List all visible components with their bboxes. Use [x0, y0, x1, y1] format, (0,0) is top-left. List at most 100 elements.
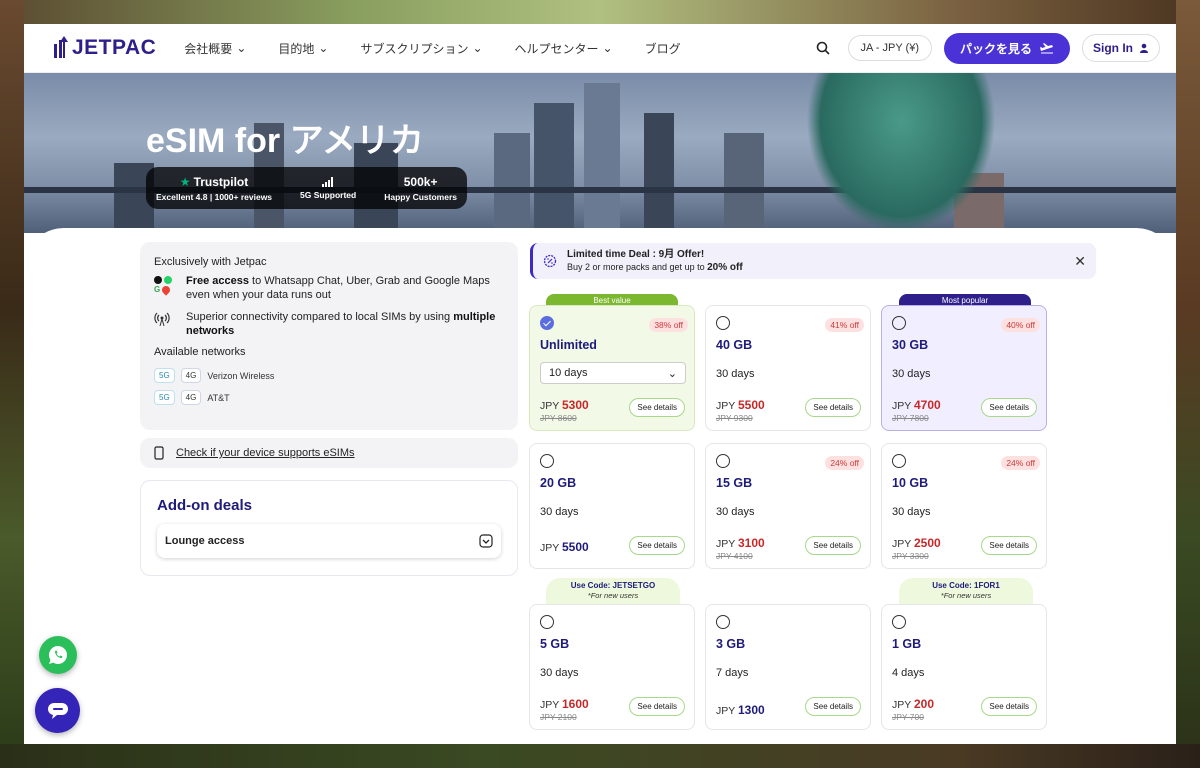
- nav-help-center[interactable]: ヘルプセンター ⌄: [515, 40, 613, 57]
- connectivity-desc: Superior connectivity compared to local …: [186, 311, 454, 323]
- chevron-down-icon: ⌄: [472, 41, 483, 55]
- top-nav: JETPAC 会社概要 ⌄ 目的地 ⌄ サブスクリプション ⌄ ヘルプセンター ⌄ ブロ…: [24, 24, 1176, 73]
- promo-code-tag: Use Code: 1FOR1 *For new users: [899, 578, 1033, 604]
- background-forest-right: [1176, 0, 1200, 768]
- plan-radio[interactable]: [540, 316, 554, 330]
- jetpac-logo[interactable]: JETPAC: [52, 36, 156, 60]
- see-details-button[interactable]: See details: [805, 536, 861, 555]
- discount-badge: 40% off: [1001, 318, 1040, 332]
- plan-size: 40 GB: [716, 338, 753, 352]
- whatsapp-button[interactable]: [39, 636, 77, 674]
- plan-card-10gb[interactable]: 24% off 10 GB 30 days JPY 2500 JPY 3300 …: [881, 443, 1047, 569]
- chevron-down-icon: [479, 534, 493, 548]
- old-price: JPY 4100: [716, 551, 753, 561]
- see-details-button[interactable]: See details: [981, 536, 1037, 555]
- 4g-badge: 4G: [180, 368, 202, 383]
- plan-size: 20 GB: [540, 476, 577, 490]
- chevron-down-icon: ⌄: [667, 367, 677, 380]
- logo-text: JETPAC: [72, 36, 157, 59]
- plan-radio[interactable]: [716, 454, 730, 468]
- promo-code: Use Code: 1FOR1: [932, 581, 1000, 590]
- nav-destinations[interactable]: 目的地 ⌄: [278, 40, 328, 57]
- nav-blog[interactable]: ブログ: [645, 40, 681, 57]
- plan-days: 4 days: [892, 667, 925, 679]
- plan-price: JPY 5300: [540, 398, 589, 412]
- search-icon: [816, 41, 830, 55]
- plan-days: 7 days: [716, 667, 749, 679]
- skyline-building: [644, 113, 674, 233]
- old-price: JPY 9300: [716, 413, 753, 423]
- plan-radio[interactable]: [716, 615, 730, 629]
- plan-days: 30 days: [892, 368, 931, 380]
- plan-radio[interactable]: [540, 615, 554, 629]
- trustpilot-label: Trustpilot: [193, 174, 249, 189]
- plan-card-20gb[interactable]: 20 GB 30 days JPY 5500 See details: [529, 443, 695, 569]
- see-details-button[interactable]: See details: [981, 398, 1037, 417]
- plan-radio[interactable]: [892, 615, 906, 629]
- plan-radio[interactable]: [892, 316, 906, 330]
- plan-price: JPY 200: [892, 697, 934, 711]
- lounge-access-dropdown[interactable]: Lounge access: [157, 524, 501, 558]
- plan-card-40gb[interactable]: 41% off 40 GB 30 days JPY 5500 JPY 9300 …: [705, 305, 871, 431]
- network-name: Verizon Wireless: [207, 370, 275, 381]
- plan-radio[interactable]: [540, 454, 554, 468]
- antenna-icon: [154, 310, 176, 338]
- see-details-button[interactable]: See details: [629, 697, 685, 716]
- plan-size: 1 GB: [892, 637, 922, 651]
- price-value: 2500: [914, 536, 941, 550]
- currency-selector[interactable]: JA - JPY (¥): [847, 35, 932, 61]
- plan-price: JPY 1600: [540, 697, 589, 711]
- addon-title: Add-on deals: [157, 497, 253, 514]
- currency: JPY: [540, 699, 560, 711]
- whatsapp-icon: [48, 646, 68, 664]
- currency: JPY: [716, 705, 736, 717]
- background-forest-left: [0, 0, 24, 768]
- plan-card-3gb[interactable]: 3 GB 7 days JPY 1300 See details: [705, 604, 871, 730]
- see-details-button[interactable]: See details: [981, 697, 1037, 716]
- see-details-button[interactable]: See details: [805, 697, 861, 716]
- limited-deal-banner: Limited time Deal : 9月 Offer! Buy 2 or m…: [530, 243, 1096, 279]
- plan-card-unlimited[interactable]: 38% off Unlimited 10 days ⌄ JPY 5300 JPY …: [529, 305, 695, 431]
- search-button[interactable]: [808, 33, 838, 63]
- nav-label: サブスクリプション: [360, 41, 469, 56]
- statue-of-liberty: [806, 73, 996, 233]
- plan-radio[interactable]: [892, 454, 906, 468]
- chat-button[interactable]: [35, 688, 80, 733]
- page-title: eSIM for アメリカ: [146, 122, 424, 160]
- see-details-button[interactable]: See details: [805, 398, 861, 417]
- maps-pin-icon: [160, 284, 172, 296]
- price-value: 1300: [738, 703, 765, 717]
- trust-bar: ★ Trustpilot Excellent 4.8 | 1000+ review…: [146, 167, 467, 209]
- plan-size: 10 GB: [892, 476, 929, 490]
- discount-badge: 24% off: [825, 456, 864, 470]
- view-packs-button[interactable]: パックを見る: [943, 32, 1070, 64]
- check-device-link[interactable]: Check if your device supports eSIMs: [140, 438, 518, 468]
- skyline-building: [494, 133, 530, 233]
- background-forest: [0, 0, 1200, 24]
- see-details-button[interactable]: See details: [629, 398, 685, 417]
- plan-card-30gb[interactable]: 40% off 30 GB 30 days JPY 4700 JPY 7800 …: [881, 305, 1047, 431]
- sign-in-label: Sign In: [1093, 41, 1133, 55]
- skyline-building: [584, 83, 620, 233]
- currency: JPY: [892, 538, 912, 550]
- discount-badge: 38% off: [649, 318, 688, 332]
- nav-label: 目的地: [278, 41, 315, 56]
- plan-price: JPY 2500: [892, 536, 941, 550]
- nav-subscriptions[interactable]: サブスクリプション ⌄: [360, 40, 482, 57]
- days-select[interactable]: 10 days ⌄: [540, 362, 686, 384]
- nav-company[interactable]: 会社概要 ⌄: [184, 40, 246, 57]
- plan-card-15gb[interactable]: 24% off 15 GB 30 days JPY 3100 JPY 4100 …: [705, 443, 871, 569]
- nav-label: ブログ: [644, 41, 681, 56]
- close-icon[interactable]: ✕: [1074, 253, 1086, 270]
- sign-in-button[interactable]: Sign In: [1082, 34, 1160, 62]
- plan-radio[interactable]: [716, 316, 730, 330]
- background-forest-bottom: [0, 744, 1200, 768]
- plan-size: 5 GB: [540, 637, 570, 651]
- plan-days: 30 days: [540, 506, 579, 518]
- plan-size: 15 GB: [716, 476, 753, 490]
- see-details-button[interactable]: See details: [629, 536, 685, 555]
- plan-card-5gb[interactable]: 5 GB 30 days JPY 1600 JPY 2100 See detai…: [529, 604, 695, 730]
- 5g-badge: 5G: [154, 368, 175, 383]
- plan-card-1gb[interactable]: 1 GB 4 days JPY 200 JPY 700 See details: [881, 604, 1047, 730]
- user-icon: [1140, 43, 1148, 53]
